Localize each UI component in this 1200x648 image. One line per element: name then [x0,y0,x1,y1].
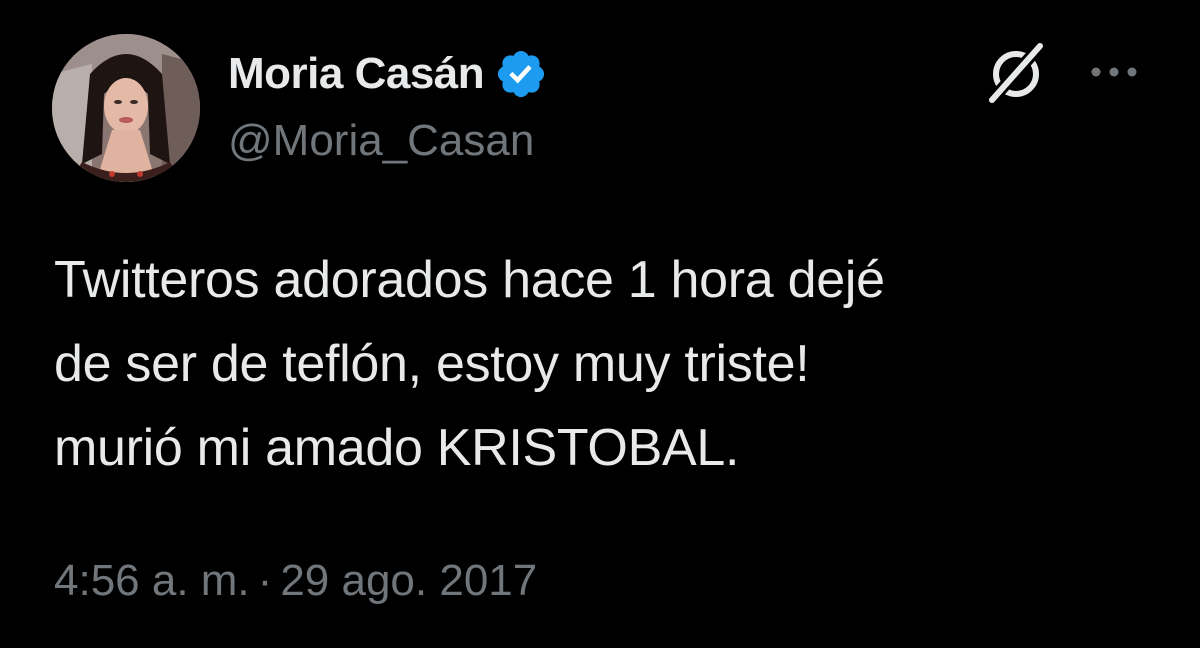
tweet-text-line: murió mi amado KRISTOBAL. [54,419,740,477]
author-name-row: Moria Casán [228,44,548,104]
tweet-text: Twitteros adorados hace 1 hora dejé de s… [54,238,1154,490]
more-options-icon[interactable] [1084,50,1144,94]
tweet-date[interactable]: 29 ago. 2017 [280,556,537,606]
author-handle[interactable]: @Moria_Casan [228,116,534,166]
tweet-timestamp[interactable]: 4:56 a. m. · 29 ago. 2017 [54,556,537,606]
tweet-text-line: de ser de teflón, estoy muy triste! [54,335,810,393]
verified-badge-icon[interactable] [494,47,548,101]
meta-separator: · [257,556,273,605]
tweet-time[interactable]: 4:56 a. m. [54,556,250,606]
tweet-card: Moria Casán @Moria_Casan Twitteros adora… [0,0,1200,648]
tweet-text-line: Twitteros adorados hace 1 hora dejé [54,251,885,309]
grok-icon[interactable] [980,36,1052,108]
author-display-name[interactable]: Moria Casán [228,49,485,99]
avatar-image [52,34,200,182]
avatar[interactable] [52,34,200,182]
